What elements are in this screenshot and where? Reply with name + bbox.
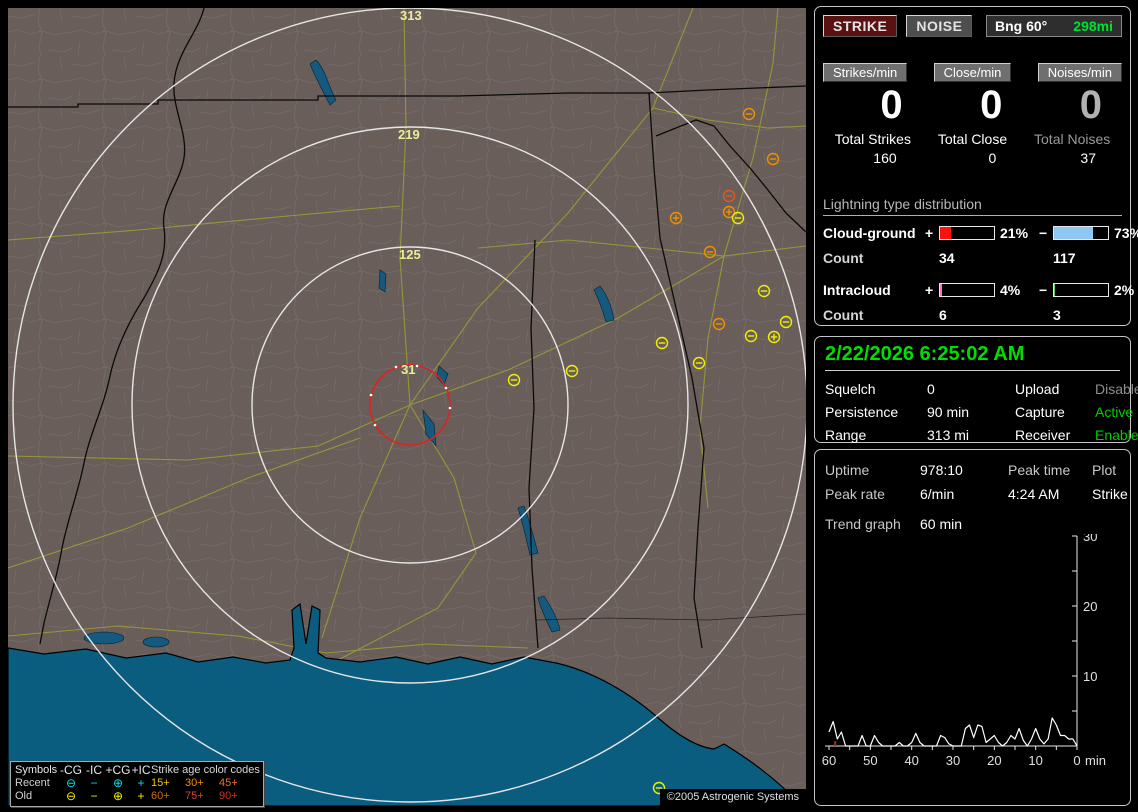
bearing-label: Bng 60°: [995, 18, 1048, 34]
persistence-label: Persistence: [825, 404, 899, 420]
bearing-distance: 298mi: [1073, 18, 1113, 34]
minus-sign: −: [1039, 225, 1048, 241]
cloud-ground-label: Cloud-ground: [823, 225, 916, 241]
plus-icon: +: [137, 789, 145, 803]
strikes-per-min-value: 0: [880, 83, 903, 127]
capture-label: Capture: [1015, 404, 1065, 420]
svg-text:0: 0: [1073, 753, 1080, 768]
ic-minus-count: 3: [1053, 307, 1061, 323]
peak-rate-label: Peak rate: [825, 486, 885, 502]
capture-status: Active: [1095, 404, 1134, 420]
trend-panel: Uptime 978:10 Peak time Plot Peak rate 6…: [814, 449, 1131, 806]
plot-label: Plot: [1092, 462, 1117, 478]
map-area[interactable]: 313 219 125 31 Symbols -CG -IC +CG +IC S…: [8, 8, 806, 807]
age-code: 90+: [219, 790, 238, 802]
noises-per-min-button[interactable]: Noises/min: [1037, 63, 1122, 82]
strike-mode-button[interactable]: STRIKE: [823, 15, 898, 37]
squelch-label: Squelch: [825, 381, 876, 397]
upload-label: Upload: [1015, 381, 1060, 397]
circle-plus-icon: ⊕: [112, 789, 124, 803]
svg-text:20: 20: [1083, 599, 1097, 614]
noise-mode-button[interactable]: NOISE: [906, 15, 973, 37]
age-code: 60+: [151, 790, 170, 802]
svg-text:40: 40: [904, 753, 918, 768]
status-panel: 2/22/2026 6:25:02 AM Squelch 0 Upload Di…: [814, 336, 1138, 443]
minus-icon: −: [90, 789, 98, 803]
distribution-title: Lightning type distribution: [823, 196, 1122, 216]
ring-label-31: 31: [401, 362, 415, 377]
svg-text:60: 60: [822, 753, 836, 768]
upload-status: Disabled: [1095, 381, 1138, 397]
strike-map[interactable]: 313 219 125 31: [8, 8, 806, 806]
cg-plus-pct: 21%: [1000, 225, 1029, 241]
cg-minus-pct: 73%: [1114, 225, 1138, 241]
minus-sign: −: [1039, 282, 1048, 298]
trend-graph-value: 60 min: [920, 516, 963, 532]
legend-row-recent: Recent: [15, 777, 50, 789]
circle-minus-icon: ⊖: [65, 789, 77, 803]
total-strikes-value: 160: [873, 150, 897, 166]
ic-plus-count: 6: [939, 307, 947, 323]
age-code: 75+: [185, 790, 204, 802]
bearing-readout: Bng 60° 298mi: [986, 15, 1122, 37]
svg-text:30: 30: [1083, 534, 1097, 544]
svg-text:10: 10: [1083, 669, 1097, 684]
total-strikes-label: Total Strikes: [834, 131, 911, 147]
datetime-display: 2/22/2026 6:25:02 AM: [825, 343, 1120, 371]
legend-row-old: Old: [15, 790, 33, 802]
ic-minus-pct: 2%: [1114, 282, 1135, 298]
ic-count-label: Count: [823, 307, 864, 323]
age-code: 45+: [219, 777, 238, 789]
age-code: 15+: [151, 777, 170, 789]
counters-panel: STRIKE NOISE Bng 60° 298mi Strikes/min C…: [814, 6, 1138, 326]
svg-text:10: 10: [1028, 753, 1042, 768]
plus-sign: +: [925, 282, 934, 298]
total-noises-value: 37: [1080, 150, 1096, 166]
peak-time-value: 4:24 AM: [1008, 486, 1060, 502]
ring-label-313: 313: [400, 8, 422, 23]
svg-text:min: min: [1085, 753, 1106, 768]
cg-minus-bar: [1053, 226, 1109, 240]
ic-plus-bar: [939, 283, 995, 297]
symbols-legend: Symbols -CG -IC +CG +IC Strike age color…: [10, 761, 264, 807]
ring-label-125: 125: [399, 247, 421, 262]
receiver-label: Receiver: [1015, 427, 1071, 443]
ic-minus-bar: [1053, 283, 1109, 297]
receiver-status: Enabled: [1095, 427, 1138, 443]
intracloud-label: Intracloud: [823, 282, 891, 298]
svg-text:30: 30: [946, 753, 960, 768]
cg-count-label: Count: [823, 250, 864, 266]
trend-graph-chart: 10 20 30 60 50 40 30 20 10 0 min: [822, 529, 1106, 768]
trend-graph-label: Trend graph: [825, 516, 901, 532]
close-per-min-value: 0: [980, 83, 1003, 127]
close-per-min-button[interactable]: Close/min: [933, 63, 1012, 82]
svg-text:50: 50: [863, 753, 877, 768]
total-close-label: Total Close: [937, 131, 1008, 147]
plus-sign: +: [925, 225, 934, 241]
age-code: 30+: [185, 777, 204, 789]
cg-minus-count: 117: [1053, 250, 1076, 266]
total-close-value: 0: [988, 150, 997, 166]
cg-plus-count: 34: [939, 250, 955, 266]
noises-per-min-value: 0: [1079, 83, 1102, 127]
peak-rate-value: 6/min: [920, 486, 955, 502]
persistence-value: 90 min: [927, 404, 970, 420]
cg-plus-bar: [939, 226, 995, 240]
ring-label-219: 219: [398, 127, 420, 142]
squelch-value: 0: [927, 381, 935, 397]
total-noises-label: Total Noises: [1034, 131, 1111, 147]
copyright-label: ©2005 Astrogenic Systems: [659, 789, 806, 806]
uptime-value: 978:10: [920, 462, 963, 478]
range-label: Range: [825, 427, 867, 443]
uptime-label: Uptime: [825, 462, 870, 478]
range-value: 313 mi: [927, 427, 970, 443]
legend-header: Symbols: [15, 764, 58, 776]
legend-age-header: Strike age color codes: [151, 764, 260, 776]
strikes-per-min-button[interactable]: Strikes/min: [823, 63, 908, 82]
ic-plus-pct: 4%: [1000, 282, 1021, 298]
plot-value: Strike: [1092, 486, 1128, 502]
peak-time-label: Peak time: [1008, 462, 1071, 478]
svg-text:20: 20: [987, 753, 1001, 768]
